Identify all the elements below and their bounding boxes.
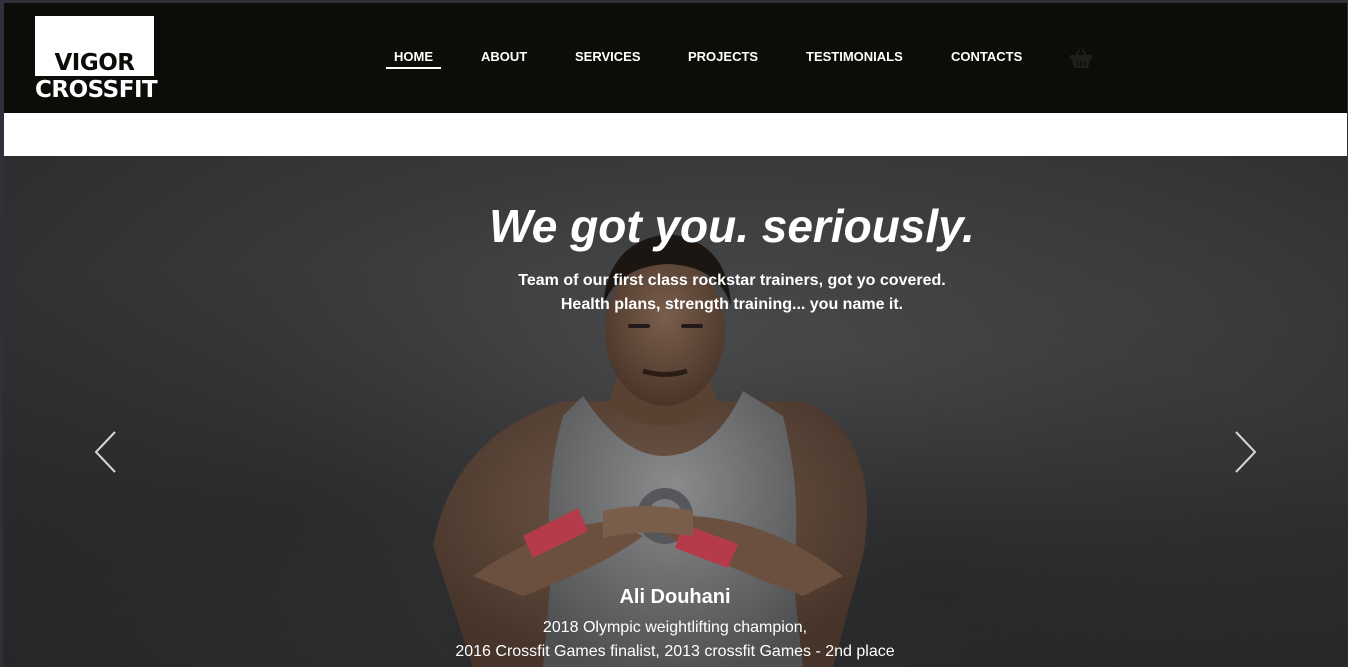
trainer-achievement-line1: 2018 Olympic weightlifting champion, <box>542 619 808 636</box>
nav-projects[interactable]: PROJECTS <box>688 49 758 64</box>
chevron-right-icon[interactable] <box>1232 430 1258 474</box>
trainer-achievement-line2: 2016 Crossfit Games finalist, 2013 cross… <box>455 643 895 660</box>
nav-testimonials[interactable]: TESTIMONIALS <box>806 49 903 64</box>
nav-active-underline <box>386 67 441 69</box>
hero-subtitle-line2: Health plans, strength training... you n… <box>560 296 904 313</box>
hero-headline: We got you. seriously. <box>489 200 975 252</box>
site-logo[interactable]: VIGOR CROSSFIT <box>35 16 158 103</box>
hero-carousel: We got you. seriously. Team of our first… <box>3 156 1347 667</box>
header-spacer-bar <box>4 113 1347 156</box>
logo-text-vigor: VIGOR <box>54 50 136 76</box>
top-navbar: VIGOR CROSSFIT HOME ABOUT SERVICES PROJE… <box>4 3 1347 113</box>
nav-services[interactable]: SERVICES <box>575 49 641 64</box>
logo-text-crossfit: CROSSFIT <box>35 77 158 103</box>
nav-home[interactable]: HOME <box>394 49 433 64</box>
trainer-name: Ali Douhani <box>619 586 731 608</box>
shopping-basket-icon[interactable] <box>1069 48 1093 70</box>
nav-about[interactable]: ABOUT <box>481 49 527 64</box>
hero-subtitle-line1: Team of our first class rockstar trainer… <box>518 272 946 289</box>
chevron-left-icon[interactable] <box>93 430 119 474</box>
nav-contacts[interactable]: CONTACTS <box>951 49 1022 64</box>
browser-page: VIGOR CROSSFIT HOME ABOUT SERVICES PROJE… <box>0 0 1348 667</box>
